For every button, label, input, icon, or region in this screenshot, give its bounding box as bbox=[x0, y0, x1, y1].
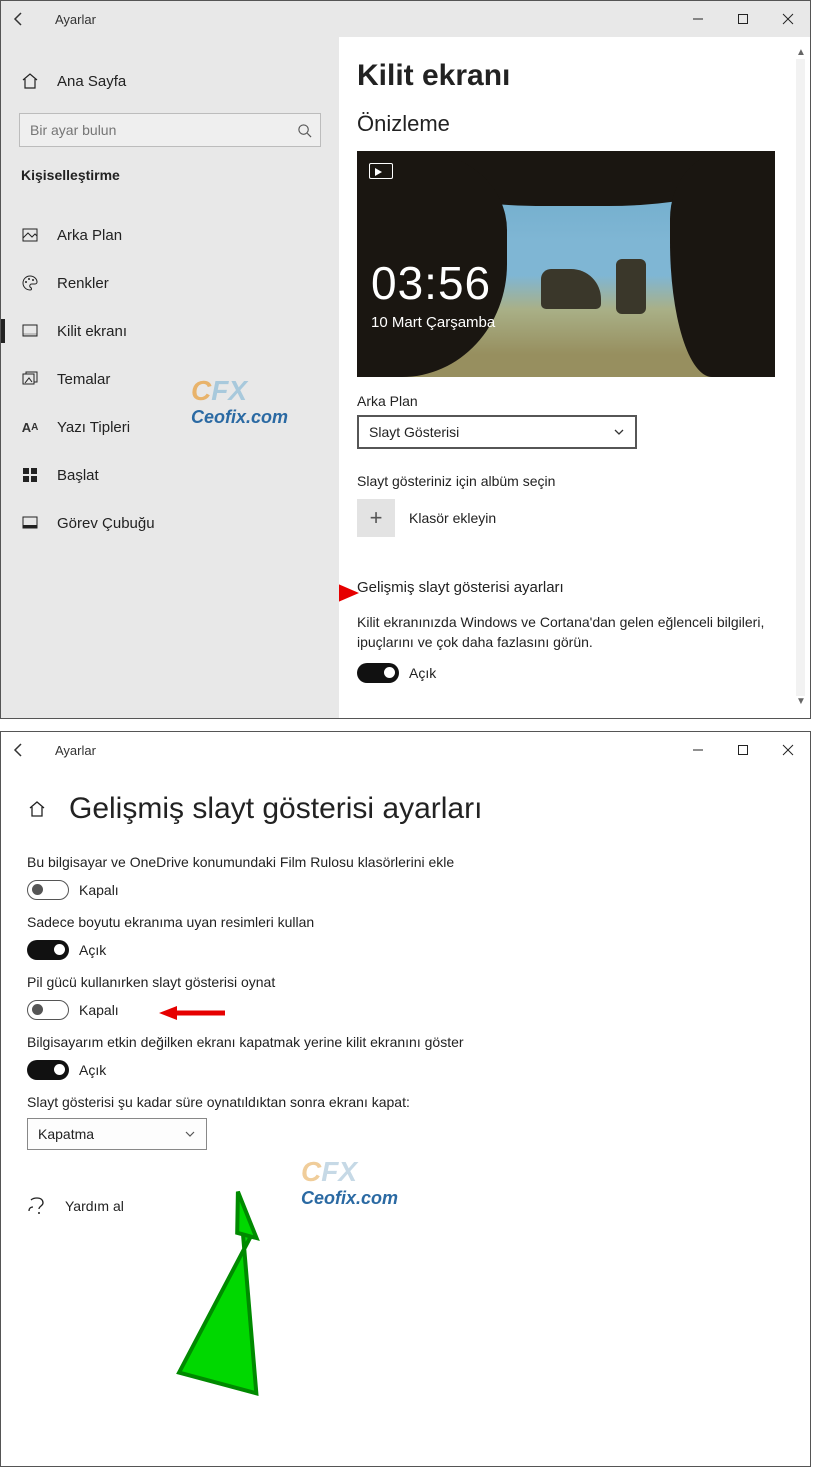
image-icon bbox=[21, 226, 39, 244]
tips-toggle-label: Açık bbox=[409, 665, 436, 681]
preview-date: 10 Mart Çarşamba bbox=[371, 314, 495, 331]
scroll-down-icon[interactable]: ▼ bbox=[795, 696, 807, 708]
sidebar-item-label: Yazı Tipleri bbox=[57, 419, 130, 436]
page-title: Gelişmiş slayt gösterisi ayarları bbox=[69, 792, 482, 826]
home-icon[interactable] bbox=[27, 799, 47, 819]
titlebar: Ayarlar bbox=[1, 732, 810, 768]
background-label: Arka Plan bbox=[357, 393, 780, 409]
background-select-value: Slayt Gösterisi bbox=[369, 424, 459, 440]
sidebar-nav: Arka Plan Renkler Kilit ekranı bbox=[1, 211, 339, 547]
timeout-select-value: Kapatma bbox=[38, 1126, 94, 1142]
setting-label: Sadece boyutu ekranıma uyan resimleri ku… bbox=[27, 914, 784, 930]
timeout-select[interactable]: Kapatma bbox=[27, 1118, 207, 1150]
sidebar-item-themes[interactable]: Temalar bbox=[1, 355, 339, 403]
fonts-icon: AA bbox=[21, 420, 39, 435]
sidebar-item-label: Renkler bbox=[57, 275, 109, 292]
timeout-label: Slayt gösterisi şu kadar süre oynatıldık… bbox=[27, 1094, 784, 1110]
close-button[interactable] bbox=[765, 732, 810, 768]
home-link[interactable]: Ana Sayfa bbox=[1, 59, 339, 103]
palette-icon bbox=[21, 274, 39, 292]
chevron-down-icon bbox=[613, 426, 625, 438]
setting-toggle-show-lockscreen[interactable] bbox=[27, 1060, 69, 1080]
annotation-arrow-green bbox=[171, 1186, 331, 1406]
sidebar-item-start[interactable]: Başlat bbox=[1, 451, 339, 499]
add-folder-label: Klasör ekleyin bbox=[409, 510, 496, 526]
close-button[interactable] bbox=[765, 1, 810, 37]
maximize-button[interactable] bbox=[720, 1, 765, 37]
setting-label: Pil gücü kullanırken slayt gösterisi oyn… bbox=[27, 974, 784, 990]
taskbar-icon bbox=[21, 514, 39, 532]
preview-time: 03:56 bbox=[371, 256, 491, 310]
sidebar-item-label: Kilit ekranı bbox=[57, 323, 127, 340]
search-box[interactable] bbox=[19, 113, 321, 147]
sidebar-item-label: Temalar bbox=[57, 371, 110, 388]
maximize-button[interactable] bbox=[720, 732, 765, 768]
help-label: Yardım al bbox=[65, 1198, 124, 1214]
help-icon bbox=[27, 1196, 47, 1216]
toggle-state-label: Açık bbox=[79, 1062, 106, 1078]
search-input[interactable] bbox=[28, 121, 297, 139]
help-link[interactable]: Yardım al bbox=[27, 1196, 784, 1216]
setting-toggle-battery[interactable] bbox=[27, 1000, 69, 1020]
titlebar: Ayarlar bbox=[1, 1, 810, 37]
start-icon bbox=[21, 466, 39, 484]
main-content: Gelişmiş slayt gösterisi ayarları Bu bil… bbox=[1, 768, 810, 1466]
home-icon bbox=[21, 72, 39, 90]
sidebar-item-lockscreen[interactable]: Kilit ekranı bbox=[1, 307, 339, 355]
slideshow-icon bbox=[369, 163, 393, 179]
setting-toggle-camera-roll[interactable] bbox=[27, 880, 69, 900]
lockscreen-icon bbox=[21, 322, 39, 340]
sidebar-item-label: Başlat bbox=[57, 467, 99, 484]
settings-window-1: Ayarlar Ana Sayfa Kiş bbox=[0, 0, 811, 719]
setting-toggle-fit-screen[interactable] bbox=[27, 940, 69, 960]
toggle-state-label: Kapalı bbox=[79, 1002, 119, 1018]
page-title: Kilit ekranı bbox=[357, 59, 780, 93]
sidebar-item-taskbar[interactable]: Görev Çubuğu bbox=[1, 499, 339, 547]
theme-icon bbox=[21, 370, 39, 388]
sidebar-item-background[interactable]: Arka Plan bbox=[1, 211, 339, 259]
preview-heading: Önizleme bbox=[357, 111, 780, 137]
chevron-down-icon bbox=[184, 1128, 196, 1140]
sidebar-item-fonts[interactable]: AA Yazı Tipleri bbox=[1, 403, 339, 451]
section-label: Kişiselleştirme bbox=[1, 153, 339, 191]
tips-toggle[interactable] bbox=[357, 663, 399, 683]
background-select[interactable]: Slayt Gösterisi bbox=[357, 415, 637, 449]
lockscreen-preview: 03:56 10 Mart Çarşamba bbox=[357, 151, 775, 377]
home-label: Ana Sayfa bbox=[57, 73, 126, 90]
scroll-up-icon[interactable]: ▲ bbox=[795, 47, 807, 59]
sidebar-item-colors[interactable]: Renkler bbox=[1, 259, 339, 307]
search-icon bbox=[297, 123, 312, 138]
window-title: Ayarlar bbox=[55, 12, 96, 27]
main-content: Kilit ekranı Önizleme 03:56 10 Mart Çarş… bbox=[339, 37, 810, 718]
advanced-slideshow-settings-link[interactable]: Gelişmiş slayt gösterisi ayarları bbox=[357, 579, 780, 596]
back-button[interactable] bbox=[11, 742, 31, 758]
minimize-button[interactable] bbox=[675, 1, 720, 37]
toggle-state-label: Açık bbox=[79, 942, 106, 958]
album-label: Slayt gösteriniz için albüm seçin bbox=[357, 473, 780, 489]
minimize-button[interactable] bbox=[675, 732, 720, 768]
sidebar-item-label: Arka Plan bbox=[57, 227, 122, 244]
add-folder-button[interactable]: + bbox=[357, 499, 395, 537]
window-title: Ayarlar bbox=[55, 743, 96, 758]
back-button[interactable] bbox=[11, 11, 31, 27]
sidebar-item-label: Görev Çubuğu bbox=[57, 515, 155, 532]
sidebar: Ana Sayfa Kişiselleştirme Arka Plan bbox=[1, 37, 339, 718]
tips-description: Kilit ekranınızda Windows ve Cortana'dan… bbox=[357, 612, 780, 653]
settings-window-2: Ayarlar Gelişmiş slayt gösterisi ayarlar… bbox=[0, 731, 811, 1467]
toggle-state-label: Kapalı bbox=[79, 882, 119, 898]
scrollbar[interactable]: ▲ ▼ bbox=[794, 47, 808, 708]
setting-label: Bilgisayarım etkin değilken ekranı kapat… bbox=[27, 1034, 784, 1050]
setting-label: Bu bilgisayar ve OneDrive konumundaki Fi… bbox=[27, 854, 784, 870]
